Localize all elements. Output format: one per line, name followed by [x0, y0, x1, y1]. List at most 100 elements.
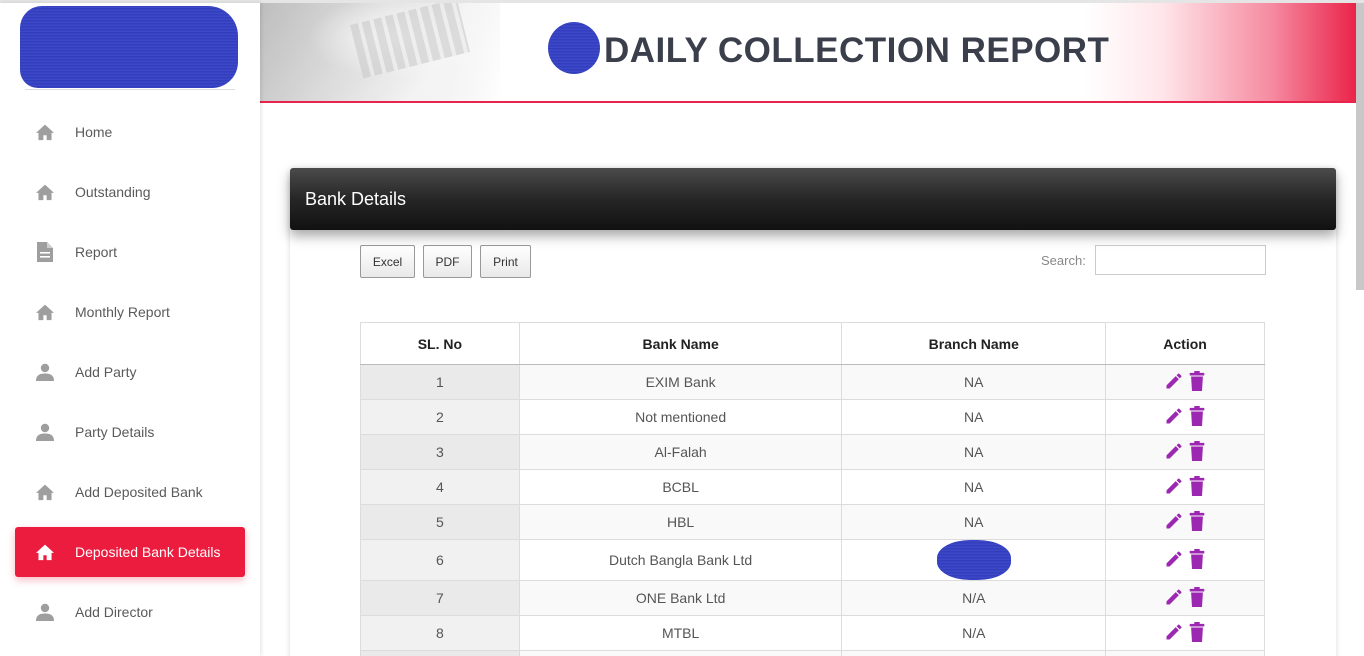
sidebar-item-label: Outstanding: [75, 184, 151, 200]
document-icon: [35, 242, 55, 262]
sidebar-item-add-director[interactable]: Add Director: [15, 587, 245, 637]
cell-sl-no: 4: [360, 469, 520, 505]
cell-sl-no: 8: [360, 615, 520, 651]
table-row: 5 HBL NA: [360, 504, 1265, 540]
cell-action: [1105, 399, 1265, 435]
cell-action: [1105, 539, 1265, 581]
logo: [20, 6, 238, 88]
page-header: DAILY COLLECTION REPORT: [260, 3, 1360, 103]
pdf-button[interactable]: PDF: [423, 245, 472, 278]
home-icon: [35, 482, 55, 502]
home-icon: [35, 122, 55, 142]
table-row: 4 BCBL NA: [360, 469, 1265, 505]
cell-bank-name: ONE Bank Ltd: [518, 580, 843, 616]
edit-icon[interactable]: [1164, 587, 1184, 610]
cell-sl-no: 3: [360, 434, 520, 470]
sidebar-item-monthly-report[interactable]: Monthly Report: [15, 287, 245, 337]
page-scrollbar[interactable]: [1356, 3, 1364, 290]
person-icon: [35, 362, 55, 382]
edit-icon[interactable]: [1164, 511, 1184, 534]
table-header-row: SL. No Bank Name Branch Name Action: [360, 322, 1265, 365]
sidebar-item-party-details[interactable]: Party Details: [15, 407, 245, 457]
sidebar-item-outstanding[interactable]: Outstanding: [15, 167, 245, 217]
table-row: 6 Dutch Bangla Bank Ltd: [360, 539, 1265, 581]
edit-icon[interactable]: [1164, 622, 1184, 645]
cell-branch-name: NA: [841, 434, 1107, 470]
cell-action: [1105, 469, 1265, 505]
card-title: Bank Details: [290, 168, 1336, 230]
logo-divider: [25, 89, 235, 90]
sidebar-nav: Home Outstanding Report Monthly Report Add P…: [15, 107, 245, 647]
table-row: 3 Al-Falah NA: [360, 434, 1265, 470]
bank-table: SL. No Bank Name Branch Name Action 1 EXI…: [360, 322, 1265, 656]
cell-branch-name: [841, 539, 1107, 581]
table-row: 2 Not mentioned NA: [360, 399, 1265, 435]
cell-branch-name: N/A: [841, 615, 1107, 651]
cell-sl-no: 1: [360, 364, 520, 400]
sidebar-item-report[interactable]: Report: [15, 227, 245, 277]
sidebar: Home Outstanding Report Monthly Report Add P…: [0, 3, 260, 656]
delete-icon[interactable]: [1188, 405, 1206, 429]
column-header-bank-name[interactable]: Bank Name: [518, 322, 843, 365]
header-logo: [548, 22, 600, 74]
excel-button[interactable]: Excel: [360, 245, 415, 278]
cell-action: [1105, 580, 1265, 616]
edit-icon[interactable]: [1164, 441, 1184, 464]
cell-sl-no: 6: [360, 539, 520, 581]
column-header-branch-name[interactable]: Branch Name: [841, 322, 1107, 365]
cell-action: [1105, 504, 1265, 540]
sidebar-item-add-deposited-bank[interactable]: Add Deposited Bank: [15, 467, 245, 517]
sidebar-item-add-party[interactable]: Add Party: [15, 347, 245, 397]
sidebar-item-deposited-bank-details[interactable]: Deposited Bank Details: [15, 527, 245, 577]
cell-bank-name: BCBL: [518, 469, 843, 505]
edit-icon[interactable]: [1164, 371, 1184, 394]
person-icon: [35, 602, 55, 622]
cell-sl-no: 7: [360, 580, 520, 616]
sidebar-item-label: Monthly Report: [75, 304, 170, 320]
sidebar-item-label: Party Details: [75, 424, 155, 440]
edit-icon[interactable]: [1164, 406, 1184, 429]
cell-action: [1105, 615, 1265, 651]
cell-bank-name: [518, 650, 843, 656]
sidebar-item-label: Add Party: [75, 364, 137, 380]
cell-bank-name: Al-Falah: [518, 434, 843, 470]
cell-action: [1105, 434, 1265, 470]
cell-sl-no: 5: [360, 504, 520, 540]
sidebar-item-home[interactable]: Home: [15, 107, 245, 157]
cell-branch-name: [841, 650, 1107, 656]
sidebar-item-label: Add Deposited Bank: [75, 484, 203, 500]
search-input[interactable]: [1095, 245, 1266, 275]
delete-icon[interactable]: [1188, 548, 1206, 572]
cell-branch-name: NA: [841, 469, 1107, 505]
delete-icon[interactable]: [1188, 621, 1206, 645]
page-title: DAILY COLLECTION REPORT: [604, 31, 1110, 70]
print-button[interactable]: Print: [480, 245, 531, 278]
cell-branch-name: N/A: [841, 580, 1107, 616]
delete-icon[interactable]: [1188, 586, 1206, 610]
sidebar-item-label: Add Director: [75, 604, 153, 620]
table-row: 8 MTBL N/A: [360, 615, 1265, 651]
cell-bank-name: Not mentioned: [518, 399, 843, 435]
column-header-sl[interactable]: SL. No: [360, 322, 520, 365]
cell-branch-name: NA: [841, 504, 1107, 540]
delete-icon[interactable]: [1188, 510, 1206, 534]
delete-icon[interactable]: [1188, 475, 1206, 499]
edit-icon[interactable]: [1164, 476, 1184, 499]
cell-action: [1105, 364, 1265, 400]
sidebar-item-label: Deposited Bank Details: [75, 544, 221, 560]
redacted-mark: [936, 540, 1011, 580]
home-icon: [35, 542, 55, 562]
edit-icon[interactable]: [1164, 549, 1184, 572]
table-row: 7 ONE Bank Ltd N/A: [360, 580, 1265, 616]
home-icon: [35, 302, 55, 322]
home-icon: [35, 182, 55, 202]
column-header-action: Action: [1105, 322, 1265, 365]
cell-bank-name: EXIM Bank: [518, 364, 843, 400]
sidebar-item-label: Report: [75, 244, 118, 260]
search-label: Search:: [1041, 253, 1086, 268]
cell-branch-name: NA: [841, 399, 1107, 435]
delete-icon[interactable]: [1188, 440, 1206, 464]
table-row: [360, 650, 1265, 656]
delete-icon[interactable]: [1188, 370, 1206, 394]
sidebar-item-label: Home: [75, 124, 113, 140]
